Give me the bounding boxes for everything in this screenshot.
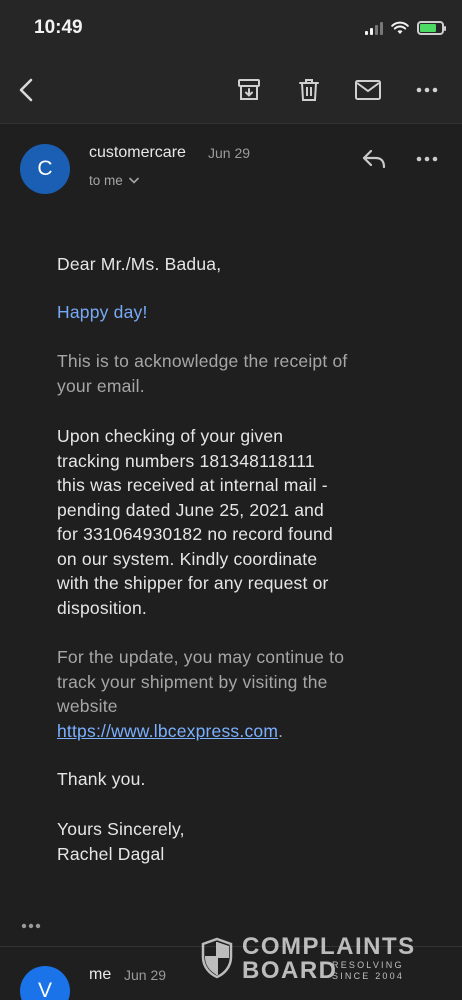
update-paragraph: For the update, you may continue to trac… [57, 645, 437, 743]
archive-button[interactable] [232, 73, 266, 107]
link-suffix: . [278, 720, 284, 741]
trash-icon [299, 79, 319, 101]
message-date: Jun 29 [208, 145, 251, 161]
more-icon [416, 156, 438, 162]
more-icon [416, 87, 438, 93]
mail-icon [355, 80, 381, 100]
greeting: Dear Mr./Ms. Badua, [57, 254, 222, 274]
message-more-button[interactable] [410, 142, 444, 176]
shield-logo-icon [201, 937, 233, 979]
tracking-line: on our system. Kindly coordinate [57, 548, 318, 569]
message-header: C customercare Jun 29 to me [0, 124, 462, 214]
tracking-line: Upon checking of your given [57, 426, 284, 446]
more-icon [21, 923, 41, 929]
tracking-line: with the shipper for any request or [57, 573, 329, 593]
tracking-paragraph: Upon checking of your given tracking num… [57, 424, 437, 620]
sender-avatar[interactable]: C [20, 144, 70, 194]
tracking-line: disposition. [57, 597, 147, 618]
acknowledgement-paragraph: This is to acknowledge the receipt of yo… [57, 349, 437, 398]
show-trimmed-button[interactable] [20, 917, 42, 935]
update-line: track your shipment by visiting the [57, 671, 328, 692]
signature-block: Yours Sincerely, Rachel Dagal [57, 817, 437, 866]
reply-icon [362, 149, 386, 169]
mark-unread-button[interactable] [351, 73, 385, 107]
watermark-tagline: RESOLVING SINCE 2004 [332, 960, 404, 982]
wifi-icon [391, 21, 409, 34]
lbc-website-link[interactable]: https://www.lbcexpress.com [57, 721, 278, 741]
toolbar-more-button[interactable] [410, 73, 444, 107]
tracking-line: pending dated June 25, 2021 and [57, 499, 324, 520]
complaints-board-watermark: COMPLAINTS BOARD RESOLVING SINCE 2004 [200, 933, 420, 984]
status-bar: 10:49 [0, 0, 462, 58]
website-line: https://www.lbcexpress.com. [57, 719, 437, 744]
tracking-line: this was received at internal mail - [57, 475, 328, 495]
battery-icon [417, 21, 446, 35]
next-message-date: Jun 29 [124, 967, 167, 983]
signature-name: Rachel Dagal [57, 843, 165, 864]
thanks-line: Thank you. [57, 769, 146, 789]
sender-name: customercare [89, 144, 186, 161]
archive-icon [238, 79, 260, 100]
tagline-line: RESOLVING [332, 960, 404, 970]
next-sender-name: me [89, 966, 112, 983]
delete-button[interactable] [292, 73, 326, 107]
back-button[interactable] [10, 73, 44, 107]
reply-button[interactable] [357, 142, 391, 176]
update-line: website [57, 696, 118, 716]
next-sender-avatar[interactable]: V [20, 966, 70, 1000]
back-arrow-icon [19, 78, 33, 102]
closing-line: Yours Sincerely, [57, 819, 185, 839]
tagline-line: SINCE 2004 [332, 971, 405, 981]
tracking-line: tracking numbers 181348118111 [57, 450, 315, 471]
status-time: 10:49 [34, 17, 83, 38]
chevron-down-icon [128, 177, 139, 184]
recipient-details-toggle[interactable]: to me [89, 173, 139, 188]
status-icons [365, 21, 446, 35]
recipient-label: to me [89, 173, 123, 188]
tracking-line: for 331064930182 no record found [57, 524, 333, 544]
update-line: For the update, you may continue to [57, 647, 345, 667]
watermark-subtitle: BOARD [242, 957, 338, 984]
message-toolbar [0, 58, 462, 124]
happy-day-line: Happy day! [57, 302, 148, 322]
ack-line: your email. [57, 375, 145, 396]
signal-icon [365, 21, 383, 35]
ack-line: This is to acknowledge the receipt of [57, 351, 348, 371]
